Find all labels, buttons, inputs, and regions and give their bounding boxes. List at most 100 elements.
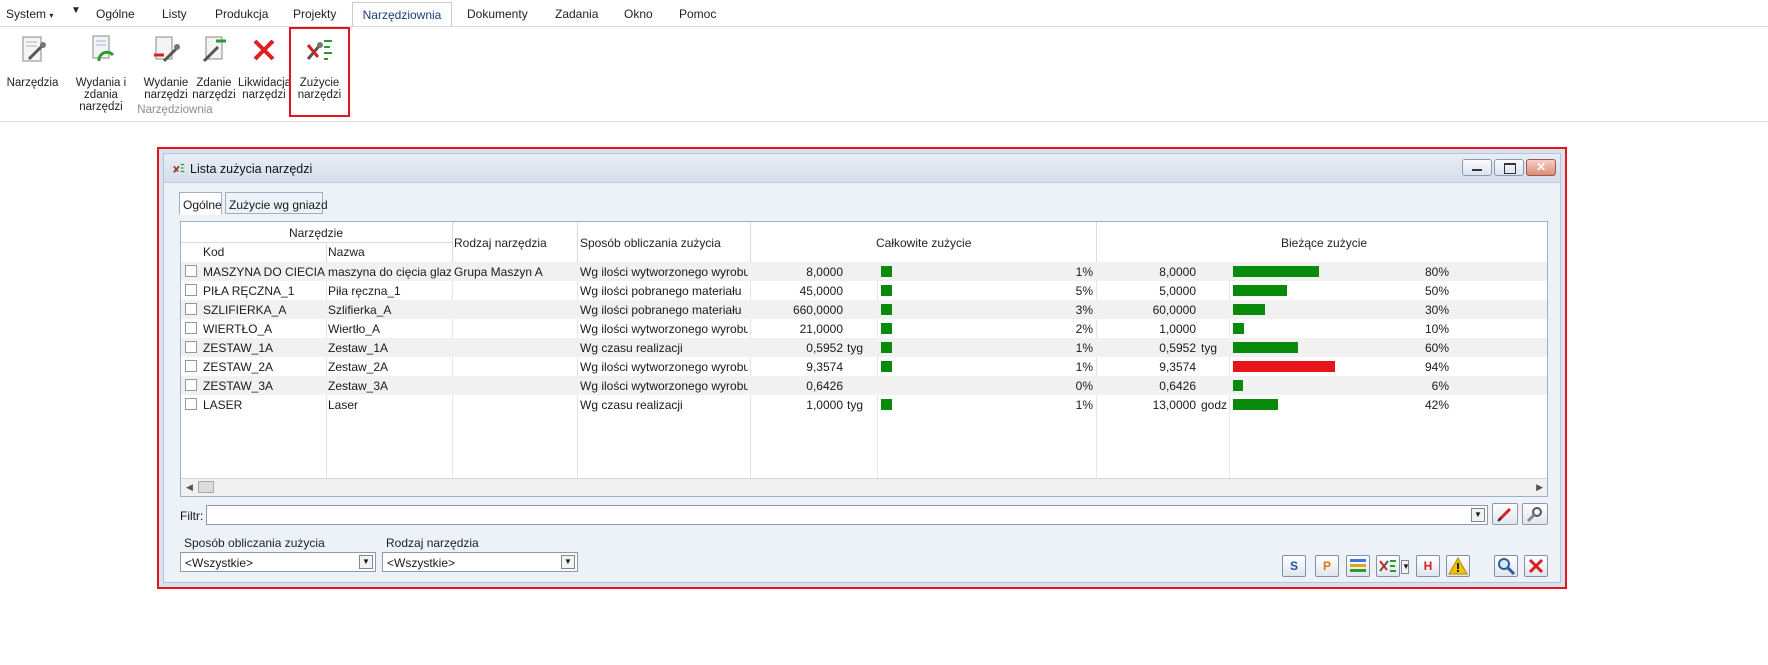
header-sposob[interactable]: Sposób obliczania zużycia [580,236,721,250]
scroll-right-icon[interactable]: ▶ [1536,482,1543,493]
cell-biezace-percent: 60% [1424,341,1449,355]
cell-calkowite-percent: 1% [1075,265,1093,279]
calkowite-progress-bar [881,304,892,315]
table-row[interactable]: WIERTŁO_A Wiertło_A Wg ilości wytworzonego… [181,319,1547,338]
ribbon-wydanie-button[interactable]: Wydanie narzędzi [142,33,190,101]
cell-biezace-value: 0,6426 [1159,379,1196,393]
menu-ogolne[interactable]: Ogólne [96,7,135,21]
row-checkbox[interactable] [185,379,197,391]
columns-button[interactable] [1346,555,1370,577]
tab-ogolne[interactable]: Ogólne [179,192,222,215]
tab-zuzycie-wg-gniazd[interactable]: Zużycie wg gniazd [225,192,328,214]
row-checkbox[interactable] [185,398,197,410]
calkowite-progress-bar [881,266,892,277]
close-window-button[interactable]: ✕ [1526,159,1556,176]
header-divider [1096,222,1097,262]
cell-kod: PIŁA RĘCZNA_1 [203,284,295,298]
menu-listy[interactable]: Listy [162,7,187,21]
cell-biezace-unit: godz [1201,398,1228,412]
table-row[interactable]: PIŁA RĘCZNA_1 Piła ręczna_1 Wg ilości pobr… [181,281,1547,300]
table-row[interactable]: ZESTAW_2A Zestaw_2A Wg ilości wytworzonego… [181,357,1547,376]
header-calkowite[interactable]: Całkowite zużycie [876,236,971,250]
cell-biezace-value: 5,0000 [1159,284,1196,298]
sposob-filter-group: Sposób obliczania zużycia <Wszystkie> ▼ [180,536,380,576]
print-button[interactable]: P [1315,555,1339,577]
menu-pomoc[interactable]: Pomoc [679,7,716,21]
tools-icon [22,36,46,62]
warning-button[interactable] [1446,555,1470,577]
clear-filter-button[interactable] [1492,503,1518,525]
tool-wear-table: Narzędzie Kod Nazwa Rodzaj narzędzia Spo… [180,221,1548,497]
menu-zadania[interactable]: Zadania [555,7,598,21]
cell-biezace-value: 13,0000 [1152,398,1196,412]
scroll-left-icon[interactable]: ◀ [186,482,193,493]
filter-dropdown-button[interactable]: ▼ [1471,508,1485,522]
sposob-select[interactable]: <Wszystkie> ▼ [180,552,376,572]
header-kod[interactable]: Kod [203,245,224,259]
summary-button[interactable]: S [1282,555,1306,577]
ribbon-narzedzia-button[interactable]: Narzędzia [5,33,60,89]
table-row[interactable]: ZESTAW_3A Zestaw_3A Wg ilości wytworzonego… [181,376,1547,395]
filter-input[interactable]: ▼ [206,505,1488,525]
table-row[interactable]: MASZYNA DO CIECIA GLmaszyna do cięcia gl… [181,262,1547,281]
header-rodzaj[interactable]: Rodzaj narzędzia [454,236,547,250]
search-button[interactable] [1494,555,1518,577]
scroll-thumb[interactable] [198,481,214,493]
chevron-down-icon[interactable]: ▼ [561,555,575,569]
ribbon-label: Wydanie [143,77,189,89]
cell-nazwa: Zestaw_1A [328,341,389,355]
window-titlebar[interactable]: Lista zużycia narzędzi ✕ [164,154,1560,183]
minimize-button[interactable] [1462,159,1492,176]
issue-return-icon [92,35,115,62]
table-row[interactable]: SZLIFIERKA_A Szlifierka_A Wg ilości pobran… [181,300,1547,319]
history-button[interactable]: H [1416,555,1440,577]
maximize-button[interactable] [1494,159,1524,176]
table-row[interactable]: ZESTAW_1A Zestaw_1A Wg czasu realizacji 0,5… [181,338,1547,357]
cell-kod: ZESTAW_3A [203,379,274,393]
tool-wear-report-button[interactable] [1376,555,1400,577]
close-button[interactable] [1524,555,1548,577]
menu-system[interactable]: System ▾ [6,7,53,21]
ribbon-zdanie-button[interactable]: Zdanie narzędzi [192,33,236,101]
cell-biezace-value: 1,0000 [1159,322,1196,336]
filter-construct-button[interactable] [1522,503,1548,525]
cell-sposob: Wg czasu realizacji [580,398,683,412]
rodzaj-select[interactable]: <Wszystkie> ▼ [382,552,578,572]
menu-narzedziownia[interactable]: Narzędziownia [352,2,452,27]
cell-calkowite-value: 0,5952 [806,341,843,355]
window-title: Lista zużycia narzędzi [190,162,313,176]
row-checkbox[interactable] [185,265,197,277]
cell-calkowite-percent: 1% [1075,341,1093,355]
ribbon-likwidacja-button[interactable]: Likwidacja narzędzi [238,33,291,101]
horizontal-scrollbar[interactable]: ◀ ▶ [181,478,1547,496]
cell-sposob: Wg ilości wytworzonego wyrobu [580,360,748,374]
chevron-down-icon[interactable]: ▼ [359,555,373,569]
header-biezace[interactable]: Bieżące zużycie [1281,236,1367,250]
close-icon: ✕ [1535,160,1547,174]
row-checkbox[interactable] [185,341,197,353]
biezace-progress-bar [1233,361,1335,372]
cell-nazwa: Szlifierka_A [328,303,392,317]
report-dropdown-button[interactable]: ▼ [1401,560,1410,574]
cell-kod: ZESTAW_2A [203,360,274,374]
header-nazwa[interactable]: Nazwa [328,245,365,259]
header-narzedzie: Narzędzie [289,226,344,240]
table-row[interactable]: LASER Laser Wg czasu realizacji 1,0000 tyg 1%… [181,395,1547,414]
row-checkbox[interactable] [185,360,197,372]
filter-label: Filtr: [180,509,204,523]
row-checkbox[interactable] [185,303,197,315]
cell-biezace-percent: 6% [1431,379,1449,393]
cell-biezace-percent: 10% [1424,322,1449,336]
row-checkbox[interactable] [185,284,197,296]
menu-produkcja[interactable]: Produkcja [215,7,268,21]
menu-okno[interactable]: Okno [624,7,653,21]
ribbon-wydania-zdania-button[interactable]: Wydania i zdania narzędzi [62,33,140,113]
row-checkbox[interactable] [185,322,197,334]
cell-calkowite-percent: 5% [1075,284,1093,298]
menu-projekty[interactable]: Projekty [293,7,336,21]
quick-access-dropdown-icon[interactable]: ▼ [71,5,81,16]
menu-dokumenty[interactable]: Dokumenty [467,7,528,21]
cell-nazwa: Piła ręczna_1 [328,284,401,298]
header-divider [181,242,452,243]
cell-calkowite-percent: 0% [1075,379,1093,393]
